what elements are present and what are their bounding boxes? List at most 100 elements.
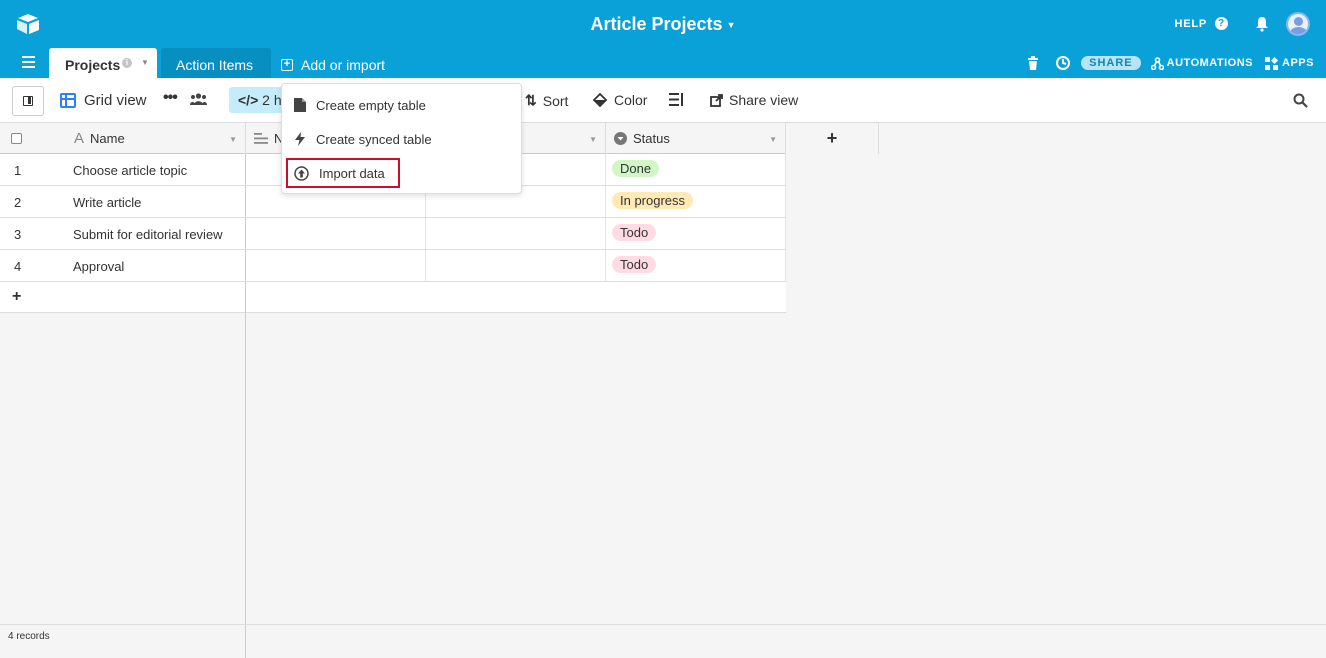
status-badge: In progress [612, 192, 694, 209]
tab-action-items-label: Action Items [176, 57, 254, 73]
import-data-highlight [286, 158, 400, 188]
apps-label: APPS [1282, 57, 1314, 69]
tab-projects[interactable]: Projects i ▼ [49, 48, 157, 78]
apps-icon [1265, 56, 1279, 70]
row-number: 3 [14, 227, 22, 242]
cell-name[interactable]: Write article [63, 186, 246, 217]
add-row-icon: + [12, 288, 22, 305]
add-column-button[interactable]: + [786, 123, 879, 154]
row-number: 1 [14, 163, 22, 178]
hamburger-menu-icon[interactable] [22, 56, 35, 68]
tab-dropdown-icon[interactable]: ▼ [141, 58, 149, 67]
grid-icon [60, 93, 76, 108]
color-label: Color [614, 92, 648, 108]
cell-notes[interactable] [246, 218, 426, 249]
menu-item-label: Create synced table [316, 131, 432, 147]
record-count: 4 records [8, 631, 50, 642]
help-label: HELP [1174, 17, 1207, 30]
chevron-down-icon[interactable]: ▼ [727, 20, 736, 30]
status-badge: Done [612, 160, 660, 177]
status-badge: Todo [612, 224, 657, 241]
chevron-down-icon[interactable]: ▼ [229, 135, 237, 144]
bell-icon[interactable] [1255, 16, 1269, 32]
single-select-icon [614, 132, 627, 145]
column-divider [245, 282, 246, 313]
search-icon[interactable] [1293, 93, 1308, 108]
cell-third[interactable] [426, 250, 606, 281]
document-icon [294, 98, 306, 112]
plus-square-icon: + [281, 59, 293, 71]
tab-action-items[interactable]: Action Items [161, 48, 271, 78]
cell-status[interactable]: Todo [606, 250, 786, 281]
paint-bucket-icon [593, 93, 608, 107]
cell-name[interactable]: Approval [63, 250, 246, 281]
base-title-text[interactable]: Article Projects [591, 14, 723, 34]
cell-notes[interactable] [246, 250, 426, 281]
history-icon[interactable] [1055, 55, 1071, 71]
help-button[interactable]: HELP ? [1174, 17, 1228, 30]
add-column-icon: + [826, 128, 838, 148]
column-header-status[interactable]: Status ▼ [606, 123, 786, 154]
menu-item-create-empty-table[interactable]: Create empty table [294, 93, 426, 117]
collaborators-icon[interactable] [190, 93, 207, 105]
info-icon[interactable]: i [122, 58, 132, 68]
share-button[interactable]: SHARE [1081, 56, 1141, 70]
automations-icon [1150, 56, 1164, 70]
view-toolbar: Grid view ••• </> 2 hi ⇅ Sort Color Shar [0, 78, 1326, 123]
trash-icon[interactable] [1027, 56, 1039, 70]
lightning-icon [295, 132, 305, 146]
sort-label: Sort [542, 92, 569, 109]
table-row[interactable]: 3 Submit for editorial review Todo [0, 218, 786, 250]
add-or-import-menu: Create empty table Create synced table I… [281, 83, 522, 194]
avatar[interactable] [1286, 12, 1310, 36]
apps-button[interactable]: APPS [1265, 56, 1314, 70]
automations-label: AUTOMATIONS [1166, 57, 1254, 69]
cell-status[interactable]: Done [606, 154, 786, 185]
cell-status[interactable]: Todo [606, 218, 786, 249]
view-switcher[interactable]: Grid view [60, 92, 147, 109]
select-all-checkbox[interactable] [11, 133, 22, 144]
sidebar-icon [23, 96, 33, 106]
help-icon: ? [1215, 17, 1228, 30]
add-or-import-label: Add or import [301, 57, 386, 73]
color-button[interactable]: Color [593, 92, 647, 108]
cell-status[interactable]: In progress [606, 186, 786, 217]
column-status-label: Status [633, 131, 670, 146]
grid-footer: 4 records [0, 624, 1326, 658]
row-height-icon[interactable] [669, 93, 684, 106]
menu-item-label: Create empty table [316, 97, 426, 113]
chevron-down-icon[interactable]: ▼ [769, 135, 777, 144]
add-or-import-button[interactable]: + Add or import [281, 57, 385, 73]
row-number: 2 [14, 195, 22, 210]
hide-fields-icon: </> [238, 92, 259, 108]
automations-button[interactable]: AUTOMATIONS [1150, 56, 1254, 70]
row-number: 4 [14, 259, 22, 274]
sort-button[interactable]: ⇅ Sort [525, 92, 568, 109]
share-view-button[interactable]: Share view [710, 92, 798, 108]
hide-fields-button[interactable]: </> 2 hi [229, 87, 289, 113]
table-row[interactable]: 4 Approval Todo [0, 250, 786, 282]
cell-third[interactable] [426, 218, 606, 249]
footer-divider [245, 625, 246, 658]
top-bar: Article Projects ▼ HELP ? Projects i ▼ Ac… [0, 0, 1326, 78]
long-text-icon [254, 133, 268, 144]
sort-icon: ⇅ [525, 92, 537, 108]
status-badge: Todo [612, 256, 657, 273]
share-view-label: Share view [729, 92, 799, 108]
more-options-icon[interactable]: ••• [163, 89, 178, 107]
base-title[interactable]: Article Projects ▼ [0, 14, 1326, 35]
menu-item-create-synced-table[interactable]: Create synced table [294, 127, 432, 151]
table-tabs: Projects i ▼ Action Items + Add or impor… [0, 46, 1326, 78]
toggle-sidebar-button[interactable] [12, 86, 44, 116]
header-actions: SHARE AUTOMATIONS APPS [1027, 55, 1314, 71]
text-a-icon: A [74, 130, 85, 147]
cell-name[interactable]: Submit for editorial review [63, 218, 246, 249]
select-all-cell [0, 123, 63, 154]
chevron-down-icon[interactable]: ▼ [589, 135, 597, 144]
column-header-name[interactable]: A Name ▼ [63, 123, 246, 154]
avatar-head [1294, 17, 1303, 26]
share-view-icon [710, 93, 723, 107]
view-name: Grid view [84, 92, 147, 109]
cell-name[interactable]: Choose article topic [63, 154, 246, 185]
add-row-button[interactable]: + [0, 282, 786, 313]
